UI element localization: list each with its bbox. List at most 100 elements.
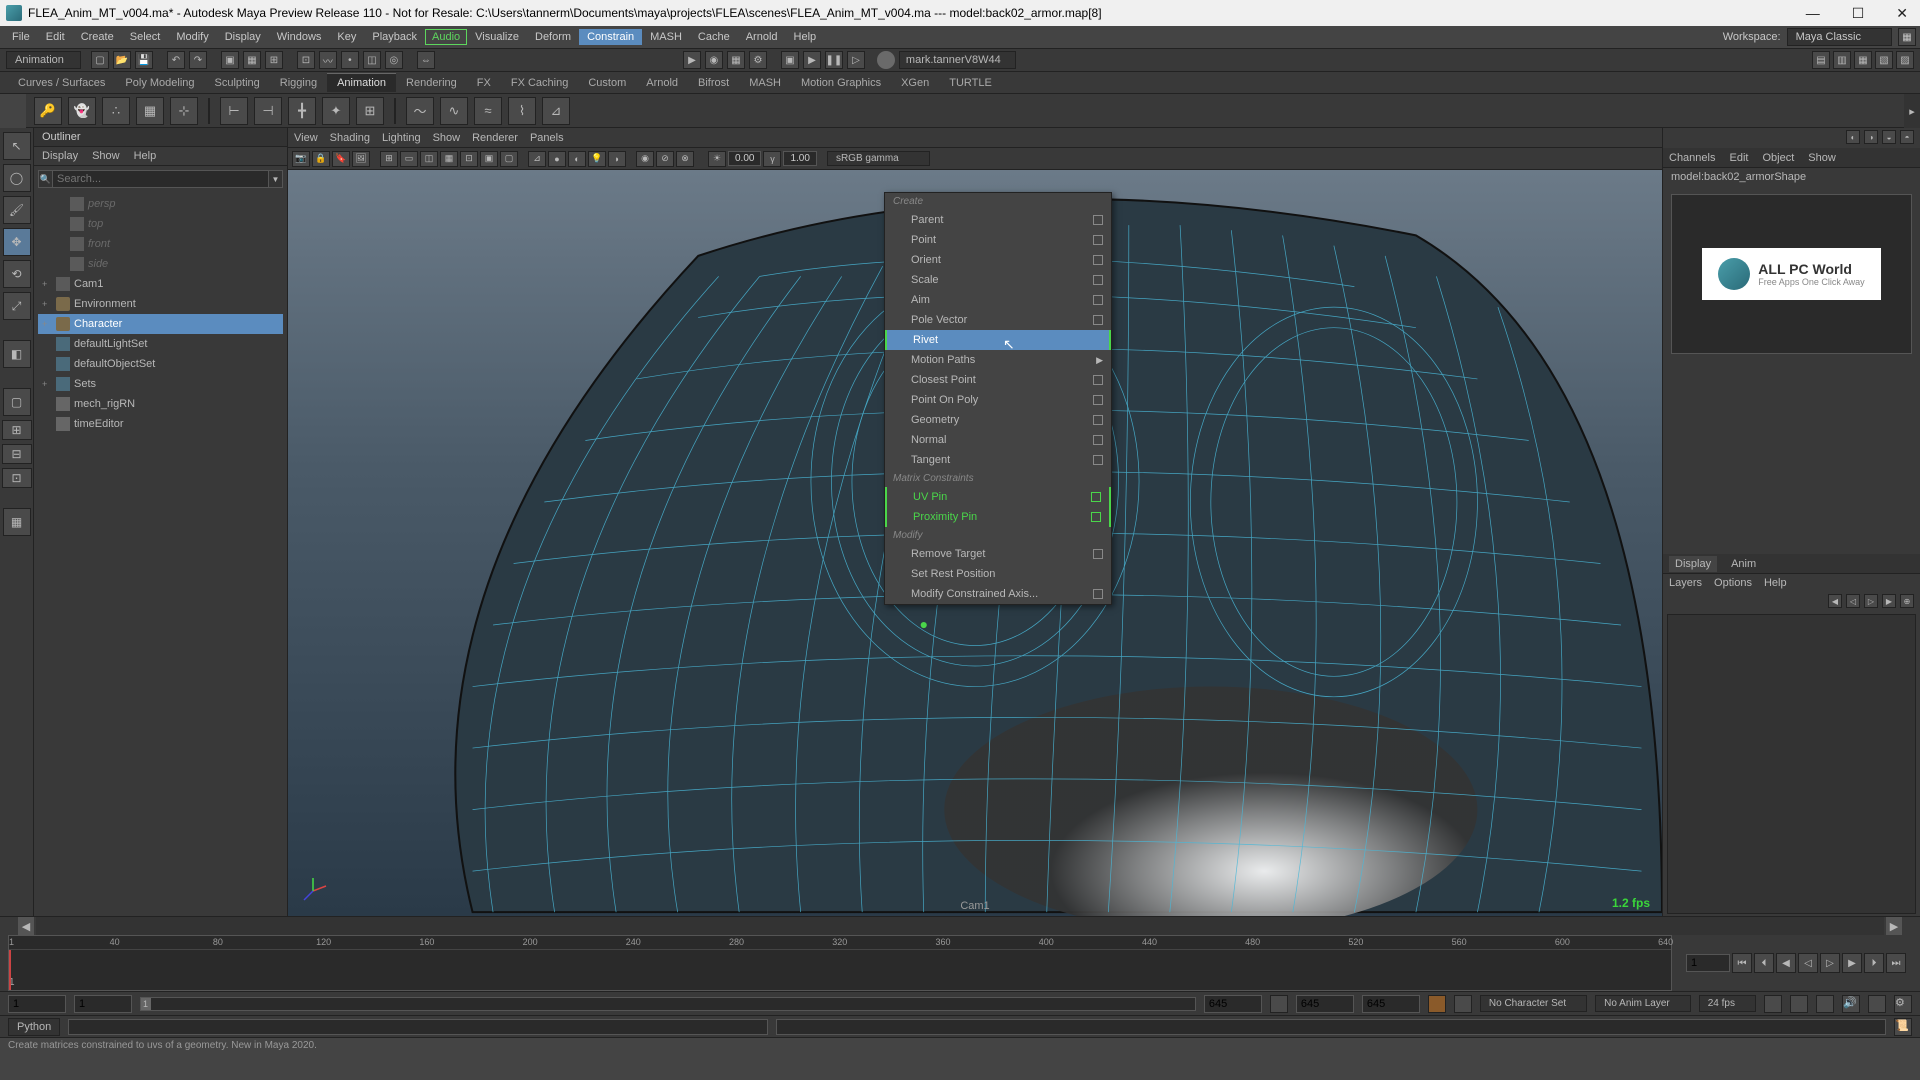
sidebar-toggle-1[interactable]: ▤ <box>1812 51 1830 69</box>
menu-constrain[interactable]: Constrain <box>579 29 642 45</box>
shelf-curve2-button[interactable]: ∿ <box>440 97 468 125</box>
shelf-tab-fx[interactable]: FX <box>467 74 501 92</box>
autokey-button[interactable] <box>1428 995 1446 1013</box>
vp-xray-joints[interactable]: ⊗ <box>676 151 694 167</box>
menu-key[interactable]: Key <box>329 29 364 45</box>
vp-textured[interactable]: ◐ <box>568 151 586 167</box>
shelf-anim3-button[interactable]: ╋ <box>288 97 316 125</box>
vp-lock-cam[interactable]: 🔒 <box>312 151 330 167</box>
move-tool[interactable]: ✥ <box>3 228 31 256</box>
cb-tab-edit[interactable]: Edit <box>1729 152 1748 164</box>
shelf-anim4-button[interactable]: ✦ <box>322 97 350 125</box>
cm-motion-paths[interactable]: Motion Paths▶ <box>885 350 1111 370</box>
play-fwd-button[interactable]: ▷ <box>1820 953 1840 973</box>
menu-playback[interactable]: Playback <box>364 29 425 45</box>
range-btn-6[interactable] <box>1868 995 1886 1013</box>
menu-select[interactable]: Select <box>122 29 169 45</box>
layer-btn-5[interactable]: ⊕ <box>1900 594 1914 608</box>
vp-menu-lighting[interactable]: Lighting <box>382 132 421 144</box>
step-back-button[interactable]: ◀ <box>1776 953 1796 973</box>
outliner-menu-show[interactable]: Show <box>92 150 120 162</box>
range-btn-3[interactable] <box>1764 995 1782 1013</box>
outliner-item-mechrigrn[interactable]: mech_rigRN <box>38 394 283 414</box>
character-set-dropdown[interactable]: No Character Set <box>1480 995 1587 1012</box>
snap-plane-button[interactable]: ◫ <box>363 51 381 69</box>
shelf-tab-bifrost[interactable]: Bifrost <box>688 74 739 92</box>
vp-grid[interactable]: ⊞ <box>380 151 398 167</box>
cb-node-name[interactable]: model:back02_armorShape <box>1663 168 1920 186</box>
shelf-anim2-button[interactable]: ⊣ <box>254 97 282 125</box>
layer-tab-display[interactable]: Display <box>1669 556 1717 572</box>
close-button[interactable]: ✕ <box>1890 5 1914 22</box>
next-button[interactable]: ▷ <box>847 51 865 69</box>
shelf-curve3-button[interactable]: ≈ <box>474 97 502 125</box>
ipr-button[interactable]: ◉ <box>705 51 723 69</box>
shelf-scroll-right[interactable]: ▸ <box>1904 94 1920 128</box>
layout-two-v[interactable]: ⊡ <box>2 468 32 488</box>
outliner-item-timeeditor[interactable]: timeEditor <box>38 414 283 434</box>
menu-visualize[interactable]: Visualize <box>467 29 527 45</box>
cm-point-on-poly[interactable]: Point On Poly <box>885 390 1111 410</box>
cm-normal[interactable]: Normal <box>885 430 1111 450</box>
menu-help[interactable]: Help <box>786 29 825 45</box>
shelf-anim5-button[interactable]: ⊞ <box>356 97 384 125</box>
shelf-tab-rigging[interactable]: Rigging <box>270 74 327 92</box>
redo-button[interactable]: ↷ <box>189 51 207 69</box>
user-avatar-icon[interactable] <box>877 51 895 69</box>
shelf-curve1-button[interactable]: 〜 <box>406 97 434 125</box>
outliner-item-environment[interactable]: +Environment <box>38 294 283 314</box>
vp-isolate[interactable]: ◉ <box>636 151 654 167</box>
rotate-tool[interactable]: ⟲ <box>3 260 31 288</box>
layer-menu-options[interactable]: Options <box>1714 577 1752 589</box>
render-button[interactable]: ▶ <box>683 51 701 69</box>
shelf-tab-motiongfx[interactable]: Motion Graphics <box>791 74 891 92</box>
step-back-key-button[interactable]: ⏴ <box>1754 953 1774 973</box>
cm-set-rest[interactable]: Set Rest Position <box>885 564 1111 584</box>
sidebar-toggle-2[interactable]: ▥ <box>1833 51 1851 69</box>
render-settings-button[interactable]: ⚙ <box>749 51 767 69</box>
sidebar-toggle-5[interactable]: ▨ <box>1896 51 1914 69</box>
vp-gamma-icon[interactable]: γ <box>763 151 781 167</box>
play-button[interactable]: ▶ <box>803 51 821 69</box>
rp-icon-3[interactable]: ◒ <box>1882 130 1896 144</box>
vp-menu-view[interactable]: View <box>294 132 318 144</box>
layer-tab-anim[interactable]: Anim <box>1731 558 1756 570</box>
range-btn-5[interactable] <box>1816 995 1834 1013</box>
go-end-button[interactable]: ⏭ <box>1886 953 1906 973</box>
vp-menu-panels[interactable]: Panels <box>530 132 564 144</box>
shelf-ghost-button[interactable]: 👻 <box>68 97 96 125</box>
vp-lights[interactable]: 💡 <box>588 151 606 167</box>
sym-button[interactable]: ⇔ <box>417 51 435 69</box>
outliner-search-input[interactable] <box>52 170 269 188</box>
vp-menu-show[interactable]: Show <box>433 132 461 144</box>
menu-display[interactable]: Display <box>217 29 269 45</box>
outliner-item-front[interactable]: front <box>38 234 283 254</box>
shelf-tab-sculpt[interactable]: Sculpting <box>205 74 270 92</box>
cm-point[interactable]: Point <box>885 230 1111 250</box>
layer-btn-3[interactable]: ▷ <box>1864 594 1878 608</box>
sel-mode-hierarchy[interactable]: ▣ <box>221 51 239 69</box>
vp-res-gate[interactable]: ◫ <box>420 151 438 167</box>
new-scene-button[interactable]: ▢ <box>91 51 109 69</box>
cm-pole-vector[interactable]: Pole Vector <box>885 310 1111 330</box>
shelf-tab-custom[interactable]: Custom <box>578 74 636 92</box>
render-seq-button[interactable]: ▦ <box>727 51 745 69</box>
shelf-curve5-button[interactable]: ⊿ <box>542 97 570 125</box>
anim-end-field[interactable] <box>1296 995 1354 1013</box>
menu-arnold[interactable]: Arnold <box>738 29 786 45</box>
prefs-button[interactable]: ⚙ <box>1894 995 1912 1013</box>
cm-uv-pin[interactable]: UV Pin <box>885 487 1111 507</box>
range-slider[interactable]: 1 <box>140 997 1196 1011</box>
range-btn-4[interactable] <box>1790 995 1808 1013</box>
sound-button[interactable]: 🔊 <box>1842 995 1860 1013</box>
vp-shaded[interactable]: ● <box>548 151 566 167</box>
vp-bookmark[interactable]: 🔖 <box>332 151 350 167</box>
shelf-tab-arnold[interactable]: Arnold <box>636 74 688 92</box>
vp-select-cam[interactable]: 📷 <box>292 151 310 167</box>
rp-icon-4[interactable]: ◓ <box>1900 130 1914 144</box>
menu-cache[interactable]: Cache <box>690 29 738 45</box>
undo-button[interactable]: ↶ <box>167 51 185 69</box>
cmd-language-dropdown[interactable]: Python <box>8 1018 60 1036</box>
cb-tab-object[interactable]: Object <box>1762 152 1794 164</box>
menu-create[interactable]: Create <box>73 29 122 45</box>
